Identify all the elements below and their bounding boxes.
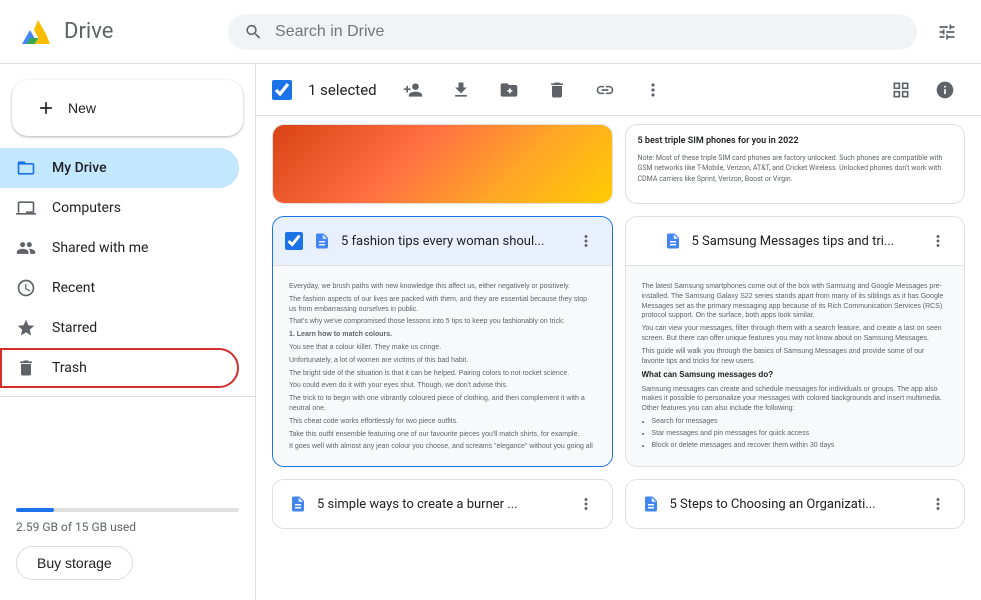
- shared-icon: [16, 238, 36, 258]
- files-grid: 5 fashion tips every woman shoul... Ever…: [272, 216, 965, 467]
- top-right-note: Note: Most of these triple SIM card phon…: [638, 153, 953, 185]
- new-button[interactable]: New: [12, 80, 243, 136]
- search-icon: [244, 22, 263, 42]
- sidebar-item-computers[interactable]: Computers: [0, 188, 239, 228]
- sidebar-item-computers-label: Computers: [52, 200, 121, 216]
- starred-icon: [16, 318, 36, 338]
- sidebar-item-my-drive-label: My Drive: [52, 160, 107, 176]
- doc-icon-organizing: [642, 495, 660, 513]
- file-card-burner-title: 5 simple ways to create a burner ...: [317, 497, 562, 512]
- logo-text: Drive: [64, 19, 113, 44]
- file-card-samsung-menu[interactable]: [924, 227, 952, 255]
- file-preview-samsung-text: The latest Samsung smartphones come out …: [642, 282, 949, 450]
- file-card-fashion-title: 5 fashion tips every woman shoul...: [341, 234, 562, 249]
- my-drive-icon: [16, 158, 36, 178]
- file-card-fashion[interactable]: 5 fashion tips every woman shoul... Ever…: [272, 216, 613, 467]
- add-to-drive-button[interactable]: [489, 70, 529, 110]
- header-right: [929, 14, 965, 50]
- link-button[interactable]: [585, 70, 625, 110]
- sidebar-item-trash-label: Trash: [52, 360, 87, 376]
- grid-view-button[interactable]: [881, 70, 921, 110]
- sidebar-item-shared-label: Shared with me: [52, 240, 148, 256]
- recent-icon: [16, 278, 36, 298]
- share-button[interactable]: [393, 70, 433, 110]
- top-right-title: 5 best triple SIM phones for you in 2022: [638, 135, 953, 149]
- trash-icon: [16, 358, 36, 378]
- sidebar-item-starred-label: Starred: [52, 320, 97, 336]
- storage-section: 2.59 GB of 15 GB used Buy storage: [0, 496, 255, 592]
- delete-button[interactable]: [537, 70, 577, 110]
- file-card-fashion-checkbox[interactable]: [285, 232, 303, 250]
- doc-icon-fashion: [313, 232, 331, 250]
- download-button[interactable]: [441, 70, 481, 110]
- file-card-fashion-header: 5 fashion tips every woman shoul...: [273, 217, 612, 266]
- storage-bar-background: [16, 508, 239, 512]
- file-card-fashion-preview: Everyday, we brush paths with new knowle…: [273, 266, 612, 466]
- toolbar: 1 selected: [256, 64, 981, 116]
- file-card-top-left[interactable]: [272, 124, 613, 204]
- logo-area: Drive: [16, 12, 216, 52]
- computers-icon: [16, 198, 36, 218]
- file-card-organizing[interactable]: 5 Steps to Choosing an Organizati...: [625, 479, 966, 529]
- new-button-label: New: [68, 100, 96, 116]
- file-preview-fashion-text: Everyday, we brush paths with new knowle…: [289, 282, 596, 450]
- sidebar-item-recent-label: Recent: [52, 280, 95, 296]
- bottom-row: 5 simple ways to create a burner ...: [272, 479, 965, 529]
- file-card-organizing-title: 5 Steps to Choosing an Organizati...: [670, 497, 915, 512]
- file-card-burner[interactable]: 5 simple ways to create a burner ...: [272, 479, 613, 529]
- storage-text: 2.59 GB of 15 GB used: [16, 520, 239, 534]
- file-card-samsung-preview: The latest Samsung smartphones come out …: [626, 266, 965, 466]
- layout: New My Drive Computers: [0, 64, 981, 600]
- settings-icon[interactable]: [929, 14, 965, 50]
- file-card-organizing-menu[interactable]: [924, 490, 952, 518]
- toolbar-right: [881, 70, 965, 110]
- sidebar-item-starred[interactable]: Starred: [0, 308, 239, 348]
- sidebar-divider: [0, 396, 255, 397]
- drive-logo: [16, 12, 56, 52]
- top-row-partial: 5 best triple SIM phones for you in 2022…: [272, 124, 965, 204]
- file-card-burner-header: 5 simple ways to create a burner ...: [273, 480, 612, 529]
- file-card-burner-menu[interactable]: [572, 490, 600, 518]
- buy-storage-button[interactable]: Buy storage: [16, 546, 133, 580]
- sidebar-item-shared[interactable]: Shared with me: [0, 228, 239, 268]
- file-card-top-right[interactable]: 5 best triple SIM phones for you in 2022…: [625, 124, 966, 204]
- sidebar: New My Drive Computers: [0, 64, 256, 600]
- more-actions-button[interactable]: [633, 70, 673, 110]
- doc-icon-burner: [289, 495, 307, 513]
- storage-bar-fill: [16, 508, 54, 512]
- files-area: 5 best triple SIM phones for you in 2022…: [256, 116, 981, 600]
- info-button[interactable]: [925, 70, 965, 110]
- doc-icon-samsung: [664, 232, 682, 250]
- main-content: 1 selected: [256, 64, 981, 600]
- file-card-samsung-header: 5 Samsung Messages tips and tri...: [626, 217, 965, 266]
- search-input[interactable]: [275, 23, 901, 41]
- toolbar-left: 1 selected: [272, 70, 673, 110]
- file-card-organizing-header: 5 Steps to Choosing an Organizati...: [626, 480, 965, 529]
- search-bar[interactable]: [228, 14, 917, 50]
- header: Drive: [0, 0, 981, 64]
- file-card-samsung[interactable]: 5 Samsung Messages tips and tri... The l…: [625, 216, 966, 467]
- toolbar-select-all-checkbox[interactable]: [272, 80, 292, 100]
- sidebar-item-trash[interactable]: Trash: [0, 348, 239, 388]
- sidebar-item-my-drive[interactable]: My Drive: [0, 148, 239, 188]
- file-card-samsung-title: 5 Samsung Messages tips and tri...: [692, 234, 915, 249]
- sidebar-item-recent[interactable]: Recent: [0, 268, 239, 308]
- file-card-fashion-menu[interactable]: [572, 227, 600, 255]
- toolbar-selected-count: 1 selected: [300, 81, 385, 99]
